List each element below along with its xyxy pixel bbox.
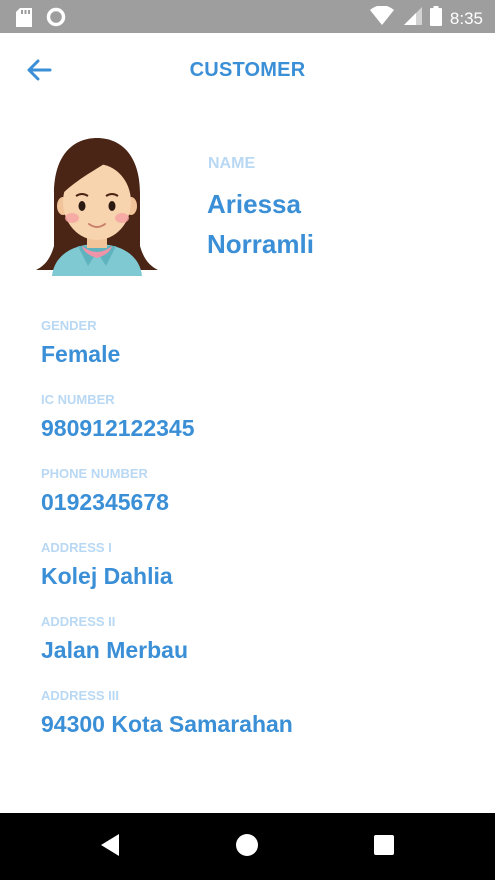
- field-address-1: ADDRESS I Kolej Dahlia: [41, 540, 173, 590]
- back-triangle-icon: [99, 833, 121, 862]
- status-notifications: [16, 7, 66, 32]
- nav-home-button[interactable]: [231, 831, 263, 863]
- field-value: Jalan Merbau: [41, 637, 188, 663]
- field-label: ADDRESS I: [41, 540, 112, 555]
- avatar: [32, 134, 162, 276]
- field-gender: GENDER Female: [41, 318, 120, 368]
- sd-card-icon: [16, 7, 32, 32]
- last-name: Norramli: [207, 229, 314, 259]
- field-label: ADDRESS III: [41, 688, 120, 703]
- field-ic-number: IC NUMBER 980912122345: [41, 392, 195, 442]
- circle-icon: [46, 7, 66, 32]
- recents-square-icon: [373, 834, 395, 861]
- app-bar: CUSTOMER: [0, 33, 495, 109]
- page-title: CUSTOMER: [189, 59, 306, 81]
- girl-avatar-icon: [36, 138, 158, 276]
- field-value: 980912122345: [41, 415, 195, 441]
- wifi-icon: [369, 5, 394, 31]
- status-time: 8:35: [449, 8, 483, 28]
- field-label: GENDER: [41, 318, 97, 333]
- customer-name: Ariessa Norramli: [207, 184, 467, 264]
- field-value: 94300 Kota Samarahan: [41, 711, 293, 737]
- field-phone-number: PHONE NUMBER 0192345678: [41, 466, 169, 516]
- field-address-2: ADDRESS II Jalan Merbau: [41, 614, 188, 664]
- status-bar: 8:35: [0, 0, 495, 33]
- field-value: Kolej Dahlia: [41, 563, 173, 589]
- first-name: Ariessa: [207, 189, 301, 219]
- field-label: PHONE NUMBER: [41, 466, 148, 481]
- status-system: 8:35: [369, 5, 483, 31]
- battery-icon: [429, 6, 442, 31]
- home-circle-icon: [235, 833, 259, 862]
- field-label: IC NUMBER: [41, 392, 115, 407]
- field-value: Female: [41, 341, 121, 367]
- field-label: ADDRESS II: [41, 614, 116, 629]
- nav-recents-button[interactable]: [368, 831, 400, 863]
- field-address-3: ADDRESS III 94300 Kota Samarahan: [41, 688, 293, 738]
- signal-icon: [402, 6, 422, 31]
- nav-back-button[interactable]: [94, 831, 126, 863]
- field-value: 0192345678: [41, 489, 169, 515]
- navigation-bar: [0, 813, 495, 880]
- name-label: NAME: [208, 155, 256, 172]
